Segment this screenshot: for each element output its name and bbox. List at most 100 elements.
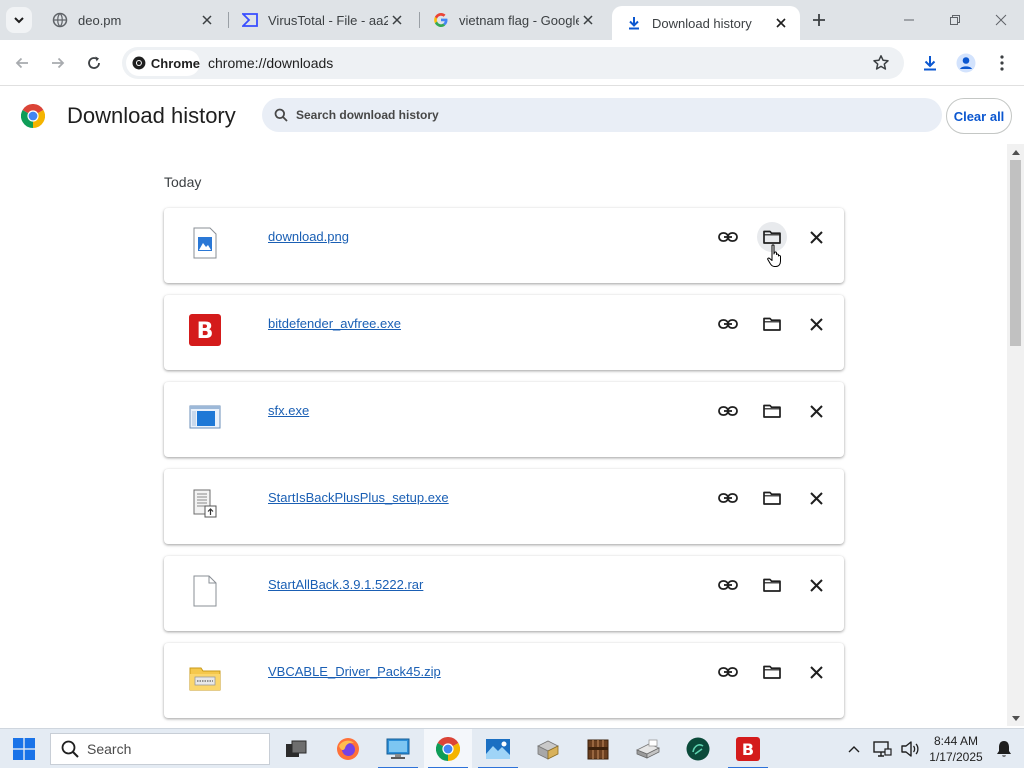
installer-taskbar-button[interactable] — [524, 729, 572, 768]
archive-taskbar-button[interactable] — [574, 729, 622, 768]
profile-button[interactable] — [952, 49, 980, 77]
scroll-down-button[interactable] — [1007, 712, 1024, 726]
notifications-button[interactable] — [992, 729, 1016, 768]
installer-icon — [188, 487, 222, 521]
reload-icon — [88, 56, 100, 69]
taskbar-search-box[interactable]: Search — [50, 733, 270, 765]
close-icon — [809, 317, 823, 331]
download-item: StartAllBack.3.9.1.5222.rar — [164, 556, 844, 631]
copy-link-button[interactable] — [713, 309, 743, 339]
download-item: download.png — [164, 208, 844, 283]
reload-button[interactable] — [80, 49, 108, 77]
tab-title: VirusTotal - File - aa25 — [268, 12, 388, 28]
start-button[interactable] — [4, 733, 44, 765]
chrome-taskbar-button[interactable] — [424, 729, 472, 768]
close-icon — [809, 404, 823, 418]
photos-taskbar-button[interactable] — [474, 729, 522, 768]
show-in-folder-button[interactable] — [757, 483, 787, 513]
tab-virustotal[interactable]: VirusTotal - File - aa25 — [228, 0, 416, 40]
show-in-folder-button[interactable] — [757, 309, 787, 339]
link-icon — [718, 493, 738, 503]
device-icon — [636, 739, 660, 759]
copy-link-button[interactable] — [713, 222, 743, 252]
avatar-icon — [956, 53, 976, 73]
arrow-right-icon — [52, 57, 65, 69]
search-icon — [61, 740, 79, 758]
network-tray-button[interactable] — [870, 729, 894, 768]
copy-link-button[interactable] — [713, 570, 743, 600]
new-tab-button[interactable] — [808, 9, 830, 31]
more-vertical-icon — [1000, 55, 1004, 71]
copy-link-button[interactable] — [713, 396, 743, 426]
close-window-button[interactable] — [978, 0, 1024, 40]
close-icon[interactable] — [198, 11, 216, 29]
remove-download-button[interactable] — [801, 396, 831, 426]
download-filename-link[interactable]: StartAllBack.3.9.1.5222.rar — [268, 577, 423, 592]
image-file-icon — [188, 226, 222, 260]
tab-search-button[interactable] — [6, 7, 32, 33]
firefox-taskbar-button[interactable] — [324, 729, 372, 768]
show-in-folder-button[interactable] — [757, 570, 787, 600]
volume-tray-button[interactable] — [898, 729, 922, 768]
download-filename-link[interactable]: bitdefender_avfree.exe — [268, 316, 401, 331]
folder-icon — [763, 491, 781, 505]
printer-taskbar-button[interactable] — [624, 729, 672, 768]
remove-download-button[interactable] — [801, 483, 831, 513]
tab-download-history[interactable]: Download history — [612, 6, 800, 40]
clear-all-button[interactable]: Clear all — [946, 98, 1012, 134]
link-globe-icon — [52, 12, 68, 28]
folder-icon — [763, 230, 781, 244]
link-icon — [718, 667, 738, 677]
download-filename-link[interactable]: sfx.exe — [268, 403, 309, 418]
tab-google[interactable]: vietnam flag - Google — [419, 0, 607, 40]
download-filename-link[interactable]: VBCABLE_Driver_Pack45.zip — [268, 664, 441, 679]
browser-toolbar: Chrome chrome://downloads — [0, 40, 1024, 86]
scroll-up-button[interactable] — [1007, 145, 1024, 159]
monitor-icon — [386, 738, 410, 759]
svg-text:B: B — [742, 740, 754, 759]
download-filename-link[interactable]: StartIsBackPlusPlus_setup.exe — [268, 490, 449, 505]
system-clock[interactable]: 8:44 AM 1/17/2025 — [924, 733, 988, 765]
restore-button[interactable] — [932, 0, 978, 40]
bitdefender-taskbar-button[interactable]: B — [724, 729, 772, 768]
remove-download-button[interactable] — [801, 657, 831, 687]
show-hidden-icons-button[interactable] — [844, 729, 864, 768]
menu-button[interactable] — [988, 49, 1016, 77]
chevron-down-icon — [14, 17, 24, 24]
terminal-taskbar-button[interactable] — [674, 729, 722, 768]
close-icon[interactable] — [388, 11, 406, 29]
show-in-folder-button[interactable] — [757, 396, 787, 426]
remove-download-button[interactable] — [801, 309, 831, 339]
blank-file-icon — [188, 574, 222, 608]
forward-button[interactable] — [44, 49, 72, 77]
windows-logo-icon — [13, 738, 35, 760]
url-text[interactable]: chrome://downloads — [208, 55, 333, 71]
minimize-button[interactable] — [886, 0, 932, 40]
tab-deo[interactable]: deo.pm — [38, 0, 226, 40]
remove-download-button[interactable] — [801, 570, 831, 600]
task-view-button[interactable] — [272, 729, 320, 768]
download-filename-link[interactable]: download.png — [268, 229, 349, 244]
svg-text:B: B — [197, 319, 214, 344]
show-in-folder-button[interactable] — [757, 657, 787, 687]
download-icon — [924, 56, 936, 71]
copy-link-button[interactable] — [713, 657, 743, 687]
computer-taskbar-button[interactable] — [374, 729, 422, 768]
downloads-button[interactable] — [916, 49, 944, 77]
close-icon[interactable] — [579, 11, 597, 29]
chrome-logo-icon — [132, 56, 146, 70]
bookmark-star-icon[interactable] — [872, 54, 890, 77]
copy-link-button[interactable] — [713, 483, 743, 513]
address-bar[interactable]: Chrome chrome://downloads — [122, 47, 904, 79]
clock-time: 8:44 AM — [933, 734, 979, 748]
search-input[interactable] — [296, 108, 896, 122]
scrollbar-thumb[interactable] — [1010, 160, 1021, 346]
date-section-label: Today — [164, 174, 202, 190]
close-icon[interactable] — [772, 14, 790, 32]
remove-download-button[interactable] — [801, 222, 831, 252]
zip-folder-icon — [188, 661, 222, 695]
package-installer-icon — [537, 740, 559, 760]
chrome-site-chip[interactable]: Chrome — [126, 50, 200, 76]
back-button[interactable] — [8, 49, 36, 77]
search-box[interactable] — [262, 98, 942, 132]
